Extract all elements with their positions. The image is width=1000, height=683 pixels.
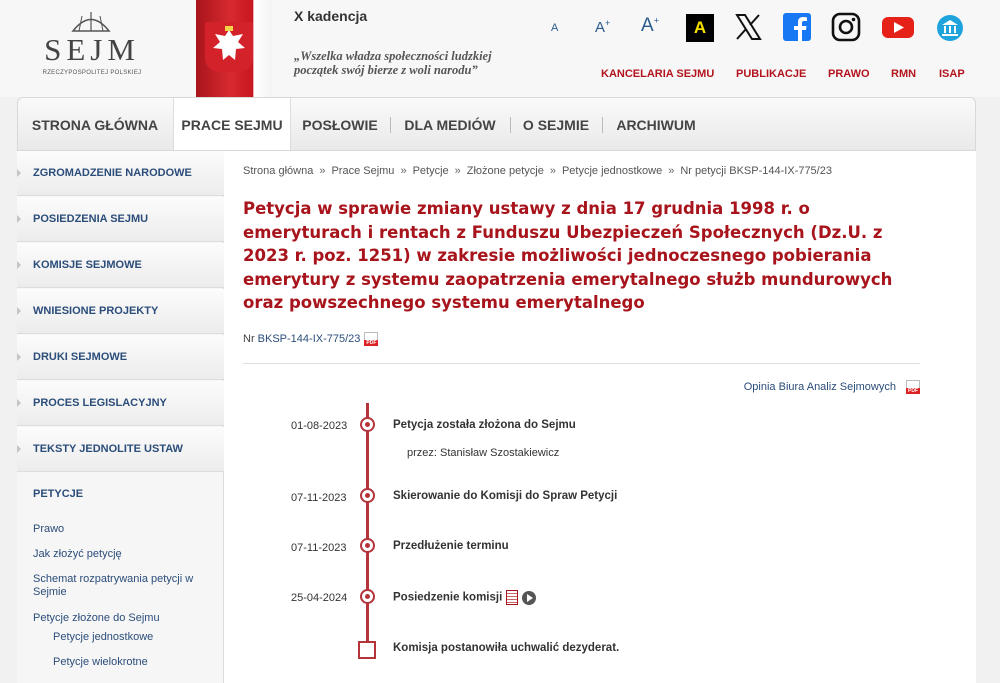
link-kancelaria-sejmu[interactable]: KANCELARIA SEJMU xyxy=(601,68,714,80)
timeline-date: 25-04-2024 xyxy=(291,592,348,604)
divider xyxy=(243,363,920,364)
pdf-icon[interactable] xyxy=(906,380,920,394)
link-isap[interactable]: ISAP xyxy=(939,68,965,80)
sidebar-item-teksty-jednolite-ustaw[interactable]: TEKSTY JEDNOLITE USTAW xyxy=(17,427,224,472)
breadcrumb-petycje-jednostkowe[interactable]: Petycje jednostkowe xyxy=(562,165,662,177)
timeline-dot xyxy=(360,417,375,432)
sidebar-item-zgromadzenie-narodowe[interactable]: ZGROMADZENIE NARODOWE xyxy=(17,151,224,196)
nav-archiwum[interactable]: ARCHIWUM xyxy=(604,98,708,150)
timeline-line xyxy=(366,403,369,648)
timeline-date: 07-11-2023 xyxy=(291,492,347,504)
breadcrumb-zlozone-petycje[interactable]: Złożone petycje xyxy=(467,165,544,177)
dome-icon xyxy=(71,12,111,32)
sidebar: ZGROMADZENIE NARODOWE POSIEDZENIA SEJMU … xyxy=(17,151,224,683)
x-twitter-icon[interactable] xyxy=(733,12,763,42)
breadcrumb-strona-glowna[interactable]: Strona główna xyxy=(243,165,313,177)
breadcrumb-separator: » xyxy=(400,165,407,177)
nav-divider xyxy=(510,117,511,133)
high-contrast-button[interactable]: A xyxy=(686,14,714,42)
petition-number: Nr BKSP-144-IX-775/23 xyxy=(243,332,379,346)
breadcrumb-separator: » xyxy=(454,165,461,177)
breadcrumb-prace-sejmu[interactable]: Prace Sejmu xyxy=(331,165,394,177)
nav-dla-mediow[interactable]: DLA MEDIÓW xyxy=(392,98,508,150)
sidebar-section-petycje[interactable]: PETYCJE xyxy=(33,488,83,500)
font-size-large-button[interactable]: A+ xyxy=(641,15,659,37)
main-navigation: STRONA GŁÓWNA PRACE SEJMU POSŁOWIE DLA M… xyxy=(17,97,976,151)
sidebar-item-komisje-sejmowe[interactable]: KOMISJE SEJMOWE xyxy=(17,243,224,288)
breadcrumb-current: Nr petycji BKSP-144-IX-775/23 xyxy=(680,165,832,177)
nav-divider xyxy=(390,117,391,133)
instagram-icon[interactable] xyxy=(831,12,861,42)
breadcrumb-separator: » xyxy=(549,165,556,177)
sejm-logo[interactable]: SEJM RZECZYPOSPOLITEJ POLSKIEJ xyxy=(38,10,146,82)
link-rmn[interactable]: RMN xyxy=(891,68,916,80)
facebook-icon[interactable] xyxy=(782,12,812,42)
font-size-small-button[interactable]: A xyxy=(551,22,558,34)
timeline-end-marker xyxy=(358,641,376,659)
link-publikacje[interactable]: PUBLIKACJE xyxy=(736,68,806,80)
sidebar-link-petycje-wielokrotne[interactable]: Petycje wielokrotne xyxy=(53,656,148,669)
youtube-icon[interactable] xyxy=(881,12,915,42)
timeline-event: Komisja postanowiła uchwalić dezyderat. xyxy=(393,642,620,654)
timeline-event-detail: przez: Stanisław Szostakiewicz xyxy=(407,447,560,459)
play-video-icon[interactable] xyxy=(522,590,537,605)
sidebar-link-petycje-jednostkowe[interactable]: Petycje jednostkowe xyxy=(53,631,153,644)
nav-divider xyxy=(602,117,603,133)
logo-word: SEJM xyxy=(44,32,140,67)
sidebar-item-posiedzenia-sejmu[interactable]: POSIEDZENIA SEJMU xyxy=(17,197,224,242)
timeline-event: Petycja została złożona do Sejmu xyxy=(393,419,576,431)
nav-strona-glowna[interactable]: STRONA GŁÓWNA xyxy=(18,98,172,150)
timeline-event: Posiedzenie komisji xyxy=(393,590,537,605)
nav-prace-sejmu[interactable]: PRACE SEJMU xyxy=(173,98,291,150)
petition-number-link[interactable]: BKSP-144-IX-775/23 xyxy=(258,333,361,345)
timeline-dot xyxy=(360,488,375,503)
logo-subtitle: RZECZYPOSPOLITEJ POLSKIEJ xyxy=(42,70,142,76)
timeline-event-label: Posiedzenie komisji xyxy=(393,591,503,604)
font-size-medium-button[interactable]: A+ xyxy=(595,18,610,36)
sidebar-item-wniesione-projekty[interactable]: WNIESIONE PROJEKTY xyxy=(17,289,224,334)
timeline-dot xyxy=(360,589,375,604)
timeline-dot xyxy=(360,538,375,553)
petition-number-label: Nr xyxy=(243,332,255,345)
sidebar-link-schemat[interactable]: Schemat rozpatrywania petycji w Sejmie xyxy=(33,573,209,599)
nav-o-sejmie[interactable]: O SEJMIE xyxy=(512,98,600,150)
timeline-event: Skierowanie do Komisji do Spraw Petycji xyxy=(393,490,618,502)
breadcrumb-petycje[interactable]: Petycje xyxy=(413,165,449,177)
breadcrumb: Strona główna » Prace Sejmu » Petycje » Złożon… xyxy=(243,165,832,177)
timeline-date: 01-08-2023 xyxy=(291,420,348,432)
document-icon[interactable] xyxy=(506,590,519,605)
sidebar-link-prawo[interactable]: Prawo xyxy=(33,523,64,536)
page-title: Petycja w sprawie zmiany ustawy z dnia 1… xyxy=(243,199,893,312)
link-prawo[interactable]: PRAWO xyxy=(828,68,870,80)
sidebar-link-jak-zlozyc-petycje[interactable]: Jak złożyć petycję xyxy=(33,548,122,561)
site-header: SEJM RZECZYPOSPOLITEJ POLSKIEJ X kadencj… xyxy=(0,0,1000,97)
pdf-icon[interactable] xyxy=(364,332,379,346)
main-content: Strona główna » Prace Sejmu » Petycje » Złożon… xyxy=(224,151,976,683)
term-label: X kadencja xyxy=(294,8,368,24)
breadcrumb-separator: » xyxy=(319,165,326,177)
breadcrumb-separator: » xyxy=(668,165,675,177)
parliament-building-icon[interactable] xyxy=(936,13,964,43)
timeline-event: Przedłużenie terminu xyxy=(393,540,509,552)
motto-quote: „Wszelka władza społeczności ludzkiej po… xyxy=(294,49,492,77)
opinion-link[interactable]: Opinia Biura Analiz Sejmowych xyxy=(744,380,920,394)
sidebar-item-proces-legislacyjny[interactable]: PROCES LEGISLACYJNY xyxy=(17,381,224,426)
sidebar-link-petycje-zlozone[interactable]: Petycje złożone do Sejmu xyxy=(33,612,160,625)
opinion-link-label[interactable]: Opinia Biura Analiz Sejmowych xyxy=(744,381,896,393)
sidebar-item-druki-sejmowe[interactable]: DRUKI SEJMOWE xyxy=(17,335,224,380)
timeline-date: 07-11-2023 xyxy=(291,542,347,554)
eagle-emblem-icon xyxy=(205,22,253,72)
nav-poslowie[interactable]: POSŁOWIE xyxy=(292,98,388,150)
